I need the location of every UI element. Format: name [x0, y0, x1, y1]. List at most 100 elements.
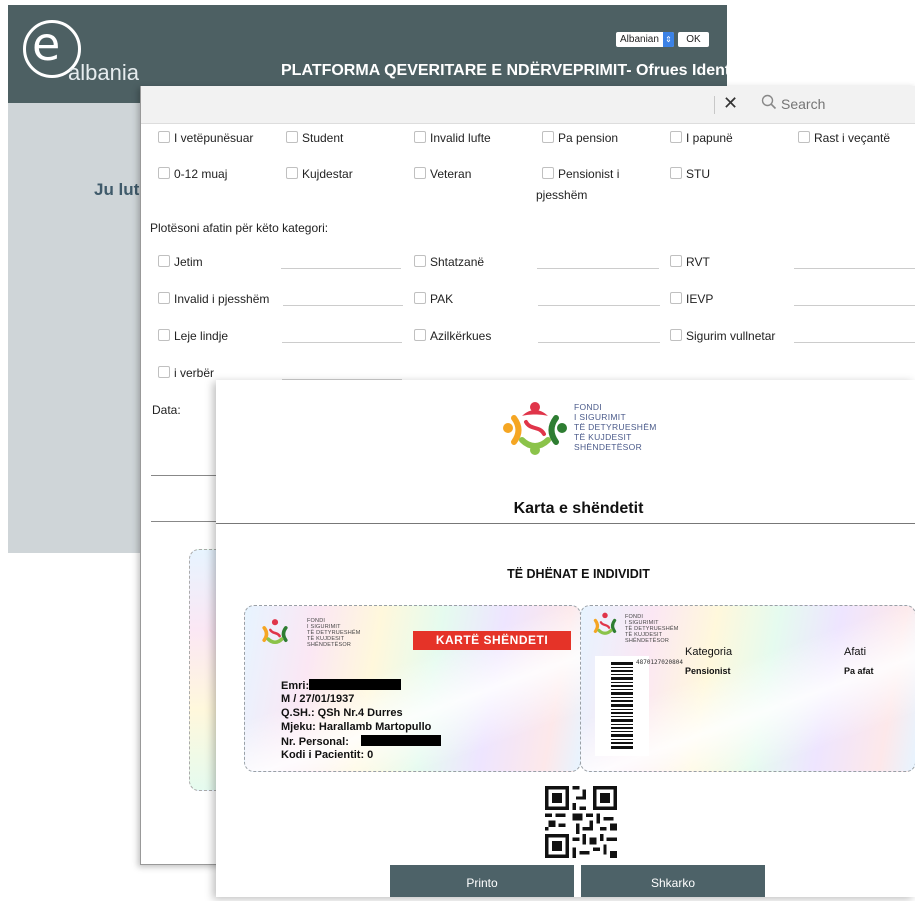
checkbox[interactable] [670, 292, 682, 304]
fund-logo-icon [262, 619, 288, 645]
print-button[interactable]: Printo [390, 865, 574, 897]
checkbox[interactable] [670, 131, 682, 143]
checkbox-label: RVT [686, 255, 710, 269]
checkbox-veteran[interactable]: Veteran [414, 167, 471, 181]
checkbox-orphan[interactable]: Jetim [158, 255, 203, 269]
barcode-icon [611, 662, 633, 749]
logo-word: albania [68, 60, 139, 85]
checkbox-label: Leje lindje [174, 329, 229, 343]
date-label: Data: [152, 403, 181, 417]
language-value: Albanian [620, 34, 659, 45]
checkbox[interactable] [414, 329, 426, 341]
portal-title: PLATFORMA QEVERITARE E NDËRVEPRIMIT- Ofr… [281, 62, 759, 79]
card-fund-name: FONDI I SIGURIMIT TË DETYRUESHËM TË KUJD… [307, 618, 361, 648]
checkbox-self-employed[interactable]: I vetëpunësuar [158, 131, 253, 145]
checkbox-partial-invalid[interactable]: Invalid i pjesshëm [158, 292, 269, 306]
section-title: TË DHËNAT E INDIVIDIT [507, 567, 650, 581]
deadline-label: Afati [844, 646, 867, 658]
checkbox[interactable] [414, 292, 426, 304]
redacted-name [309, 679, 402, 690]
fund-logo-icon [503, 402, 567, 455]
checkbox[interactable] [670, 329, 682, 341]
checkbox[interactable] [286, 131, 298, 143]
checkbox-0-12-months[interactable]: 0-12 muaj [158, 167, 227, 181]
health-card-back: FONDI I SIGURIMIT TË DETYRUESHËM TË KUJD… [580, 605, 915, 772]
search-icon [761, 94, 777, 110]
divider [216, 523, 915, 524]
gender-dob: M / 27/01/1937 [281, 693, 355, 705]
deadline-field[interactable] [537, 268, 659, 269]
close-icon[interactable]: ✕ [723, 93, 738, 114]
deadline-field[interactable] [283, 305, 403, 306]
divider [714, 96, 715, 114]
deadline-field[interactable] [281, 268, 401, 269]
checkbox[interactable] [798, 131, 810, 143]
personal-number-label: Nr. Personal: [281, 736, 349, 748]
checkbox-label: 0-12 muaj [174, 167, 228, 181]
checkbox[interactable] [670, 255, 682, 267]
fund-name-line: FONDI [574, 402, 602, 412]
language-select[interactable]: Albanian ⇕ [616, 32, 674, 47]
checkbox[interactable] [158, 292, 170, 304]
card-title: Karta e shëndetit [513, 500, 644, 517]
checkbox-label: Azilkërkues [430, 329, 492, 343]
checkbox-label: Invalid lufte [430, 131, 491, 145]
checkbox-ievp[interactable]: IEVP [670, 292, 713, 306]
checkbox-voluntary-insurance[interactable]: Sigurim vullnetar [670, 329, 775, 343]
checkbox-student[interactable]: Student [286, 131, 343, 145]
deadline-value: Pa afat [844, 666, 874, 676]
checkbox-pregnant[interactable]: Shtatzanë [414, 255, 484, 269]
checkbox-asylum-seeker[interactable]: Azilkërkues [414, 329, 491, 343]
checkbox-label: I vetëpunësuar [174, 131, 254, 145]
deadline-field[interactable] [794, 305, 915, 306]
deadline-prompt: Plotësoni afatin për këto kategori: [150, 221, 329, 235]
ok-button[interactable]: OK [678, 32, 709, 47]
checkbox-no-pension[interactable]: Pa pension [542, 131, 618, 145]
checkbox[interactable] [286, 167, 298, 179]
qr-code-icon [545, 786, 617, 858]
checkbox[interactable] [158, 167, 170, 179]
deadline-field[interactable] [794, 342, 915, 343]
checkbox-blind[interactable]: i verbër [158, 366, 214, 380]
checkbox[interactable] [542, 131, 554, 143]
checkbox[interactable] [542, 167, 554, 179]
fund-logo-icon [593, 612, 617, 635]
checkbox-label: Invalid i pjesshëm [174, 292, 270, 306]
doctor: Mjeku: Harallamb Martopullo [281, 721, 432, 733]
checkbox-maternity-leave[interactable]: Leje lindje [158, 329, 228, 343]
deadline-field[interactable] [538, 305, 660, 306]
checkbox-label: Veteran [430, 167, 472, 181]
checkbox[interactable] [414, 131, 426, 143]
checkbox[interactable] [414, 255, 426, 267]
download-button[interactable]: Shkarko [581, 865, 765, 897]
checkbox[interactable] [670, 167, 682, 179]
fund-name-line: I SIGURIMIT [574, 412, 626, 422]
checkbox[interactable] [158, 131, 170, 143]
personal-number-row: Nr. Personal: [281, 735, 441, 748]
deadline-field[interactable] [794, 268, 915, 269]
deadline-field[interactable] [538, 342, 660, 343]
checkbox[interactable] [158, 255, 170, 267]
checkbox-label: Sigurim vullnetar [686, 329, 776, 343]
checkbox-war-invalid[interactable]: Invalid lufte [414, 131, 491, 145]
search-input[interactable] [781, 96, 911, 112]
checkbox-special-case[interactable]: Rast i veçantë [798, 131, 890, 145]
checkbox-pak[interactable]: PAK [414, 292, 453, 306]
checkbox-partial-pensioner[interactable]: Pensionist i [542, 167, 619, 181]
card-fund-name: FONDI I SIGURIMIT TË DETYRUESHËM TË KUJD… [625, 614, 679, 644]
checkbox-rvt[interactable]: RVT [670, 255, 710, 269]
checkbox-label: Pensionist i [558, 167, 620, 181]
checkbox[interactable] [414, 167, 426, 179]
deadline-field[interactable] [282, 342, 402, 343]
checkbox[interactable] [158, 366, 170, 378]
fund-name-line: SHËNDETËSOR [307, 642, 352, 648]
date-field[interactable] [151, 475, 217, 476]
health-center: Q.SH.: QSh Nr.4 Durres [281, 707, 403, 719]
patient-code: Kodi i Pacientit: 0 [281, 749, 374, 761]
checkbox-caregiver[interactable]: Kujdestar [286, 167, 353, 181]
checkbox-stu[interactable]: STU [670, 167, 710, 181]
checkbox[interactable] [158, 329, 170, 341]
checkbox-unemployed[interactable]: I papunë [670, 131, 733, 145]
barcode-number: 4870127020804 [636, 659, 683, 666]
health-card-front: FONDI I SIGURIMIT TË DETYRUESHËM TË KUJD… [244, 605, 581, 772]
